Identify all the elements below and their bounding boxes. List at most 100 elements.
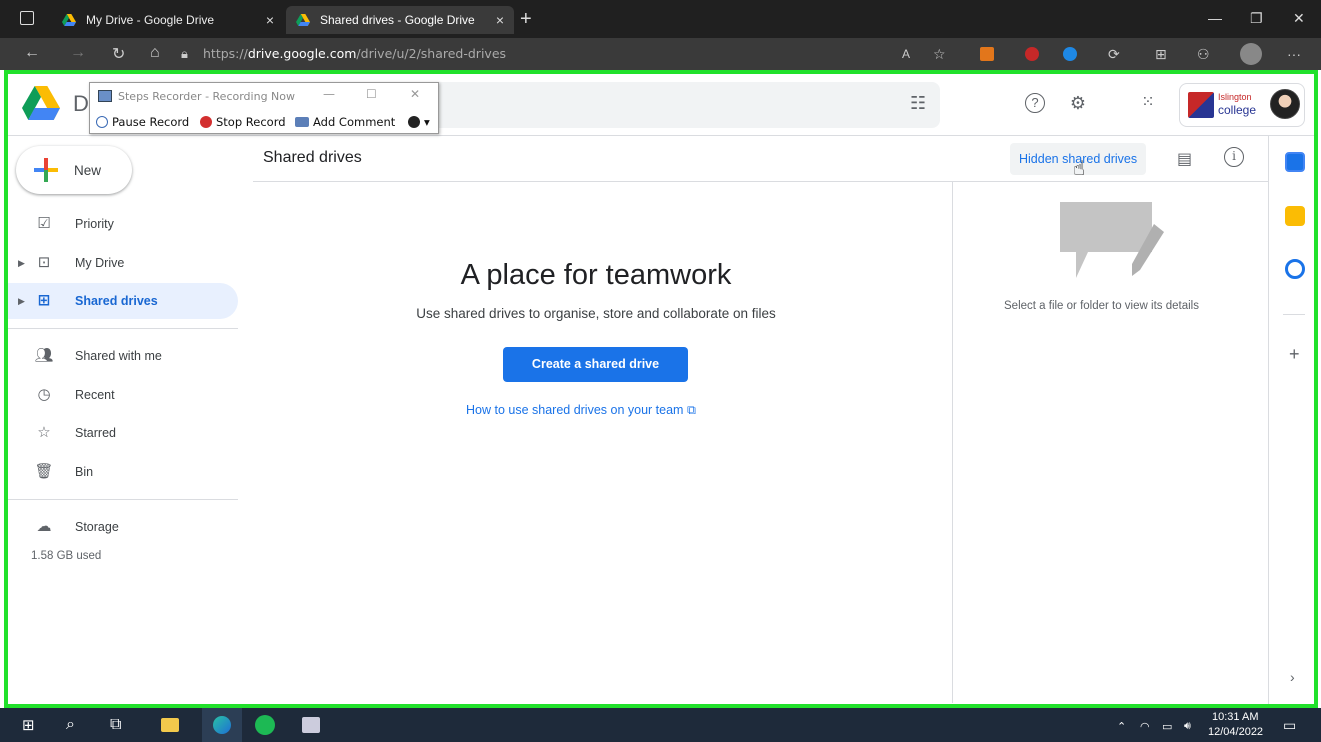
file-explorer-icon[interactable] (161, 718, 179, 732)
star-icon: ☆ (37, 424, 51, 441)
tab-shared-drives[interactable]: Shared drives - Google Drive × (286, 6, 514, 34)
get-addons-icon[interactable]: + (1289, 344, 1300, 365)
taskbar-date[interactable]: 12/04/2022 (1208, 726, 1263, 738)
refresh-icon[interactable]: ↻ (112, 44, 125, 64)
collections-icon[interactable]: ⊞ (1155, 46, 1167, 63)
spotify-icon[interactable] (255, 715, 275, 735)
settings-gear-icon[interactable]: ⚙ (1067, 92, 1089, 114)
drive-logo-icon[interactable] (22, 86, 60, 120)
tray-overflow-icon[interactable]: ⌃ (1117, 720, 1126, 733)
volume-icon[interactable]: 🔊︎ (1184, 720, 1191, 733)
list-view-icon[interactable]: ▤ (1177, 149, 1192, 169)
collapse-panel-icon[interactable]: › (1290, 669, 1295, 685)
create-shared-drive-button[interactable]: Create a shared drive (503, 347, 688, 382)
steps-help-button[interactable]: ▾ (408, 115, 430, 129)
extension-red-icon[interactable] (1025, 47, 1039, 61)
notifications-icon[interactable]: ▭ (1283, 717, 1296, 734)
sidebar-item-label: Bin (75, 465, 94, 479)
steps-recorder-title: Steps Recorder - Recording Now (118, 90, 295, 103)
info-icon[interactable]: i (1224, 147, 1244, 167)
windows-taskbar: ⊞ ⌕ ⧉ ⌃ ◠ ▭ 🔊︎ ▭ (0, 708, 1321, 742)
shared-drives-icon: ⊞ (37, 292, 51, 309)
expand-caret-icon[interactable]: ▶ (18, 296, 25, 307)
open-external-icon: ⧉ (686, 403, 696, 417)
sidebar-item-shared-with-me[interactable]: 👥︎ Shared with me (8, 338, 238, 374)
windows-start-icon[interactable]: ⊞ (22, 716, 35, 734)
howto-link-label: How to use shared drives on your team (466, 403, 684, 417)
apps-grid-icon[interactable]: ⁙ (1137, 92, 1159, 114)
battery-icon[interactable]: ▭ (1162, 720, 1172, 733)
metamask-extension-icon[interactable] (980, 47, 994, 61)
minimize-icon[interactable]: — (1208, 10, 1222, 26)
extension-blue-icon[interactable] (1063, 47, 1077, 61)
sidebar-divider (8, 499, 238, 500)
close-window-icon[interactable]: ✕ (1293, 10, 1305, 27)
new-tab-button[interactable]: + (520, 8, 532, 31)
expand-caret-icon[interactable]: ▶ (18, 258, 25, 269)
home-icon[interactable]: ⌂ (150, 44, 160, 62)
more-menu-icon[interactable]: ··· (1287, 46, 1301, 62)
url-path: /drive/u/2/shared-drives (356, 46, 507, 61)
help-icon[interactable]: ? (1025, 93, 1045, 113)
calendar-icon[interactable] (1285, 152, 1305, 172)
empty-state-title: A place for teamwork (460, 259, 732, 291)
back-icon[interactable]: ← (24, 44, 40, 62)
hand-cursor-icon: ☝ (1073, 158, 1086, 180)
sidebar-item-recent[interactable]: ◷ Recent (8, 377, 238, 413)
howto-link[interactable]: How to use shared drives on your team ⧉ (466, 403, 696, 418)
steps-recorder-taskbar-icon[interactable] (302, 717, 320, 733)
url-host: drive.google.com (247, 46, 357, 61)
search-icon[interactable]: ⌕ (66, 716, 75, 734)
side-panel-divider (1283, 314, 1305, 315)
steps-close-icon[interactable]: ✕ (410, 87, 420, 101)
sidebar-item-storage[interactable]: ☁ Storage (8, 509, 238, 545)
pause-record-label: Pause Record (112, 115, 190, 129)
add-comment-button[interactable]: Add Comment (295, 115, 395, 129)
shared-with-me-icon: 👥︎ (34, 347, 54, 364)
sidebar-item-priority[interactable]: ☑ Priority (8, 206, 238, 242)
extensions-icon[interactable]: ⟳ (1108, 46, 1120, 63)
priority-icon: ☑ (37, 215, 51, 232)
sidebar-item-shared-drives[interactable]: ▶ ⊞ Shared drives (8, 283, 238, 319)
pause-record-button[interactable]: Pause Record (96, 115, 189, 129)
comment-icon (295, 117, 309, 127)
new-button[interactable]: New (16, 146, 132, 194)
search-options-icon[interactable]: ☷ (910, 93, 926, 114)
read-aloud-icon[interactable]: A (902, 47, 910, 61)
sidebar-item-label: Storage (75, 520, 119, 534)
steps-recorder-window: Steps Recorder - Recording Now — ☐ ✕ Pau… (89, 82, 439, 134)
tab-actions-icon[interactable] (20, 11, 34, 25)
steps-maximize-icon[interactable]: ☐ (366, 87, 377, 101)
sidebar-item-bin[interactable]: 🗑︎ Bin (8, 454, 238, 490)
clock-icon: ◷ (37, 386, 51, 403)
close-tab-icon[interactable]: × (266, 12, 274, 28)
url-field[interactable]: https://drive.google.com/drive/u/2/share… (203, 46, 506, 61)
sidebar-item-label: Starred (75, 426, 116, 440)
lock-icon[interactable]: 🔒︎ (181, 46, 188, 62)
tab-my-drive[interactable]: My Drive - Google Drive × (52, 6, 284, 34)
wifi-icon[interactable]: ◠ (1140, 720, 1150, 733)
stop-record-label: Stop Record (216, 115, 286, 129)
empty-state-subtitle: Use shared drives to organise, store and… (416, 306, 776, 321)
stop-icon (200, 116, 212, 128)
search-box[interactable] (420, 82, 940, 128)
profile-avatar[interactable] (1240, 43, 1262, 65)
task-view-icon[interactable]: ⧉ (110, 716, 121, 734)
sidebar-item-starred[interactable]: ☆ Starred (8, 415, 238, 451)
stop-record-button[interactable]: Stop Record (200, 115, 286, 129)
my-drive-icon: ⊡ (37, 254, 51, 271)
favorite-star-icon[interactable]: ☆ (933, 46, 946, 63)
close-tab-icon[interactable]: × (496, 12, 504, 28)
keep-icon[interactable] (1285, 206, 1305, 226)
sidebar-item-my-drive[interactable]: ▶ ⊡ My Drive (8, 245, 238, 281)
taskbar-time[interactable]: 10:31 AM (1212, 711, 1258, 723)
account-avatar[interactable] (1270, 89, 1300, 119)
profile-sync-icon[interactable]: ⚇ (1197, 46, 1210, 63)
steps-minimize-icon[interactable]: — (323, 87, 335, 101)
tab-title: Shared drives - Google Drive (320, 13, 475, 27)
add-comment-label: Add Comment (313, 115, 396, 129)
edge-taskbar-button[interactable] (202, 708, 242, 742)
restore-icon[interactable]: ❐ (1250, 10, 1263, 27)
forward-icon[interactable]: → (70, 44, 86, 62)
tasks-icon[interactable] (1285, 259, 1305, 279)
